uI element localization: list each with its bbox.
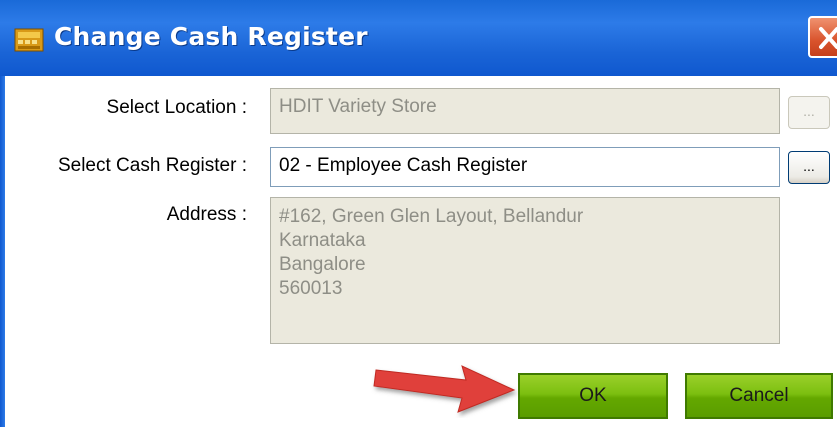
address-label: Address : <box>166 204 247 225</box>
ok-button[interactable]: OK <box>518 373 668 419</box>
close-button[interactable] <box>808 16 837 58</box>
title-bar[interactable]: Change Cash Register <box>0 0 837 76</box>
close-icon <box>819 27 837 49</box>
cash-register-browse-button[interactable]: ... <box>788 151 830 184</box>
address-textarea: #162, Green Glen Layout, Bellandur Karna… <box>270 197 780 344</box>
location-label: Select Location : <box>106 97 247 118</box>
cash-register-label: Select Cash Register : <box>57 155 247 176</box>
cash-register-icon <box>14 26 44 52</box>
change-cash-register-dialog: Change Cash Register Select Location : H… <box>0 0 837 427</box>
address-line: Bangalore <box>279 254 366 275</box>
address-line: #162, Green Glen Layout, Bellandur <box>279 206 584 227</box>
window-frame-left <box>0 76 5 427</box>
cancel-button[interactable]: Cancel <box>685 373 833 419</box>
cash-register-field[interactable]: 02 - Employee Cash Register <box>270 147 780 187</box>
window-title: Change Cash Register <box>54 22 368 51</box>
red-arrow-icon <box>373 365 516 413</box>
address-line: Karnataka <box>279 230 366 251</box>
location-field: HDIT Variety Store <box>270 88 780 134</box>
location-browse-button: ... <box>788 96 830 129</box>
address-line: 560013 <box>279 278 343 299</box>
